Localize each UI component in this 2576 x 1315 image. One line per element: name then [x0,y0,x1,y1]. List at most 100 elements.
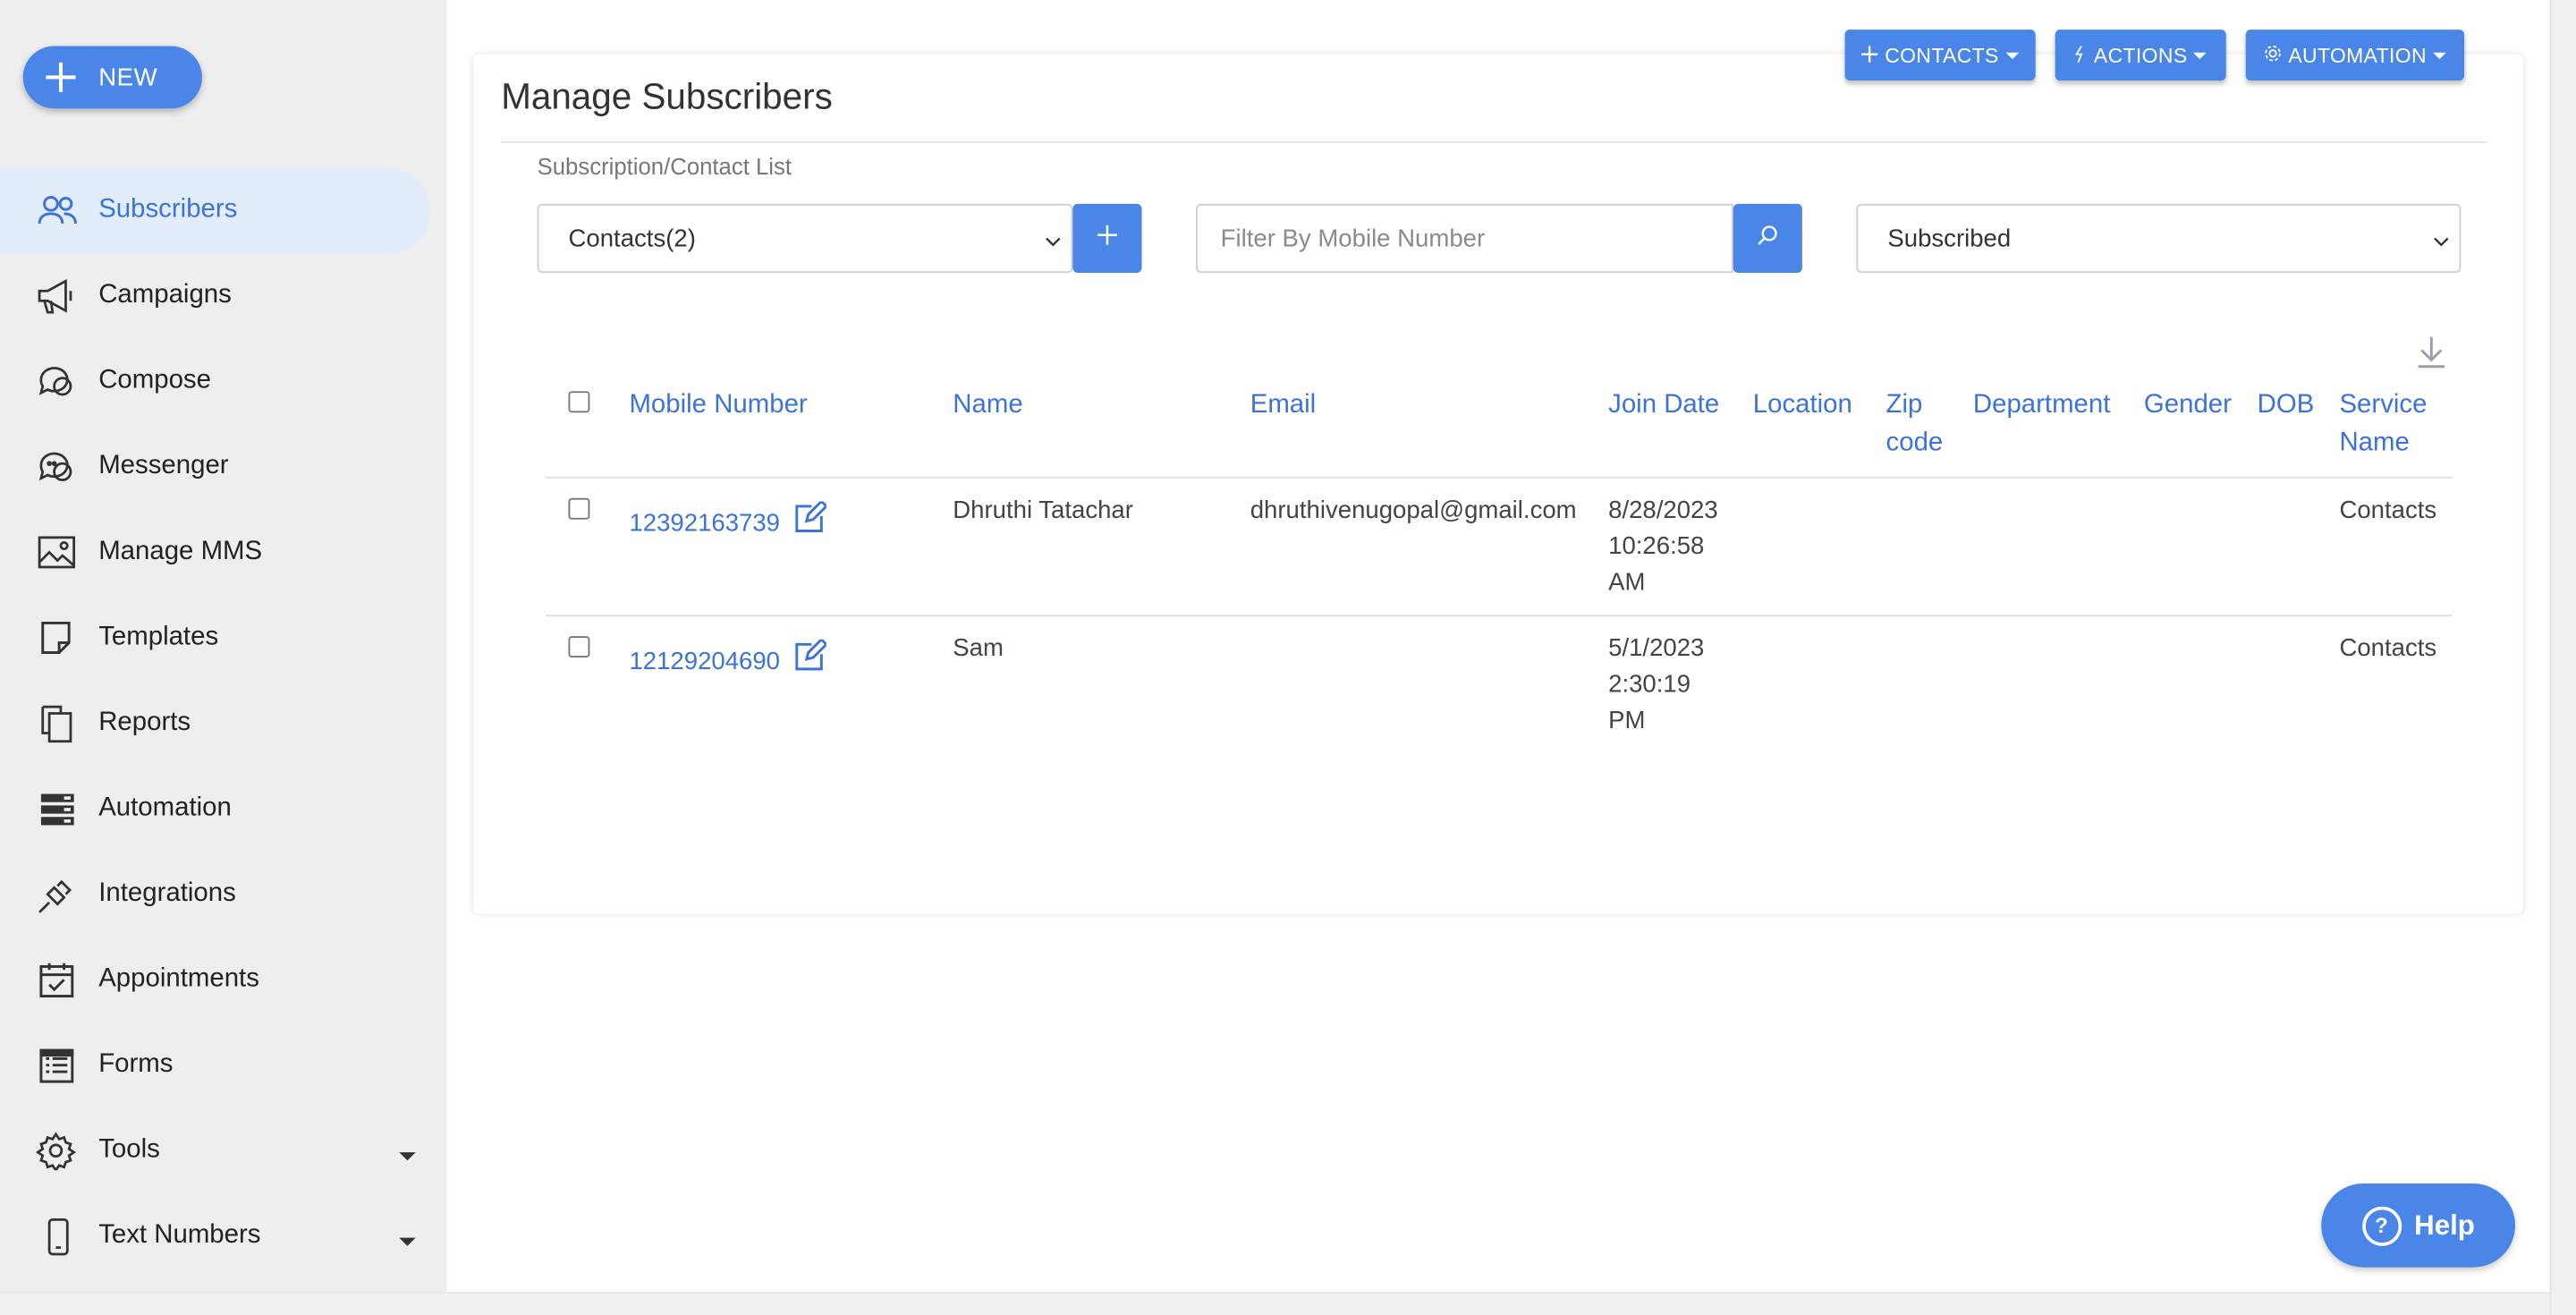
messenger-icon [36,447,79,487]
search-button[interactable] [1733,203,1802,274]
edit-icon[interactable] [793,499,828,534]
service-name-cell: Contacts [2339,634,2437,663]
divider [501,141,2487,143]
plus-icon [1861,44,1878,67]
add-list-button[interactable] [1072,203,1142,274]
column-header-service-name[interactable]: Service Name [2339,386,2427,462]
subscription-status-select[interactable]: Subscribed [1856,203,2462,274]
gear-icon [2264,44,2282,67]
gear-icon [35,1131,79,1173]
manage-subscribers-card [472,54,2524,914]
subscription-status-value: Subscribed [1887,224,2012,253]
caret-down-icon [2005,51,2019,59]
chevron-down-icon [2433,228,2449,247]
sidebar-item-label: Subscribers [98,195,238,224]
new-button-label: NEW [98,63,158,91]
question-icon: ? [2361,1205,2402,1245]
column-header-gender[interactable]: Gender [2144,386,2232,424]
column-header-dob[interactable]: DOB [2258,386,2315,424]
page-title: Manage Subscribers [501,75,833,117]
mobile-number-link[interactable]: 12392163739 [629,510,780,538]
column-header-zip-code[interactable]: Zip code [1886,386,1944,462]
sidebar-item-appointments[interactable]: Appointments [0,937,430,1022]
caret-down-icon [399,1152,416,1161]
caret-down-icon [399,1237,416,1246]
sidebar-item-label: Appointments [98,964,259,993]
sidebar-item-label: Reports [98,708,191,737]
image-icon [36,532,79,572]
sidebar-item-label: Tools [98,1135,160,1164]
column-header-name[interactable]: Name [953,386,1022,424]
sidebar-item-label: Messenger [98,452,229,480]
sidebar-item-messenger[interactable]: Messenger [0,424,430,510]
contact-list-select[interactable]: Contacts(2) [537,203,1073,274]
mobile-number-link[interactable]: 12129204690 [629,648,780,675]
sidebar-item-tools[interactable]: Tools [0,1107,430,1193]
copy-icon [36,703,79,743]
row-checkbox[interactable] [568,497,590,520]
subscription-list-label: Subscription/Contact List [537,152,792,180]
column-header-mobile-number[interactable]: Mobile Number [629,386,807,424]
download-icon[interactable] [2415,334,2448,369]
bolt-icon [2074,44,2084,67]
sidebar-item-templates[interactable]: Templates [0,595,430,681]
join-date-part: 8/28/2023 [1608,496,1718,525]
header-text: Zip [1885,391,1923,420]
mobile-filter-input[interactable] [1196,203,1733,274]
caret-down-icon [2193,51,2207,59]
sidebar-item-reports[interactable]: Reports [0,681,430,767]
sidebar: NEW Subscribers Campaigns Compose Messen… [0,0,447,1293]
plus-icon [1097,224,1117,253]
new-button[interactable]: NEW [22,46,202,109]
automation-menu-label: AUTOMATION [2288,43,2427,67]
join-date-cell: 5/1/2023 2:30:19 PM [1608,632,1704,740]
column-header-join-date[interactable]: Join Date [1608,386,1719,424]
search-icon [1756,223,1779,254]
plus-icon [23,61,98,94]
row-checkbox[interactable] [568,636,590,658]
column-header-location[interactable]: Location [1753,386,1852,424]
sidebar-item-integrations[interactable]: Integrations [0,852,430,937]
join-date-part: PM [1608,707,1646,735]
sidebar-item-text-numbers[interactable]: Text Numbers [0,1193,430,1279]
sidebar-item-subscribers[interactable]: Subscribers [0,167,431,253]
divider [545,476,2453,479]
sidebar-item-campaigns[interactable]: Campaigns [0,253,430,339]
sidebar-item-label: Integrations [98,879,236,908]
select-all-checkbox[interactable] [568,391,590,413]
column-header-email[interactable]: Email [1250,386,1316,424]
actions-menu-button[interactable]: ACTIONS [2055,30,2226,81]
contacts-menu-button[interactable]: CONTACTS [1844,30,2036,81]
contact-list-select-value: Contacts(2) [568,224,696,253]
sidebar-item-manage-mms[interactable]: Manage MMS [0,510,430,596]
header-text: Name [2339,428,2410,457]
actions-menu-label: ACTIONS [2093,43,2188,67]
vertical-scrollbar[interactable] [2549,0,2576,1315]
sidebar-item-compose[interactable]: Compose [0,339,430,425]
join-date-part: 5/1/2023 [1608,634,1705,663]
sidebar-item-label: Campaigns [98,281,232,310]
sidebar-item-forms[interactable]: Forms [0,1022,430,1108]
header-text: code [1885,428,1944,457]
sidebar-item-label: Templates [98,623,219,651]
join-date-part: AM [1608,568,1646,598]
edit-icon[interactable] [793,637,828,673]
automation-menu-button[interactable]: AUTOMATION [2245,30,2465,81]
join-date-part: 2:30:19 [1608,670,1691,699]
plug-icon [36,875,79,914]
join-date-part: 10:26:58 [1608,532,1705,561]
megaphone-icon [36,276,79,316]
server-icon [36,789,79,828]
contacts-menu-label: CONTACTS [1885,43,1999,67]
sidebar-item-label: Manage MMS [98,537,263,566]
service-name-cell: Contacts [2339,496,2437,525]
help-label: Help [2414,1209,2475,1241]
help-button[interactable]: ? Help [2321,1184,2515,1268]
sidebar-item-automation[interactable]: Automation [0,766,430,852]
column-header-department[interactable]: Department [1973,386,2111,424]
form-list-icon [36,1046,79,1085]
phone-icon [36,1217,79,1256]
horizontal-scrollbar[interactable] [0,1292,2550,1315]
sidebar-item-label: Compose [98,366,211,394]
join-date-cell: 8/28/2023 10:26:58 AM [1608,493,1718,601]
